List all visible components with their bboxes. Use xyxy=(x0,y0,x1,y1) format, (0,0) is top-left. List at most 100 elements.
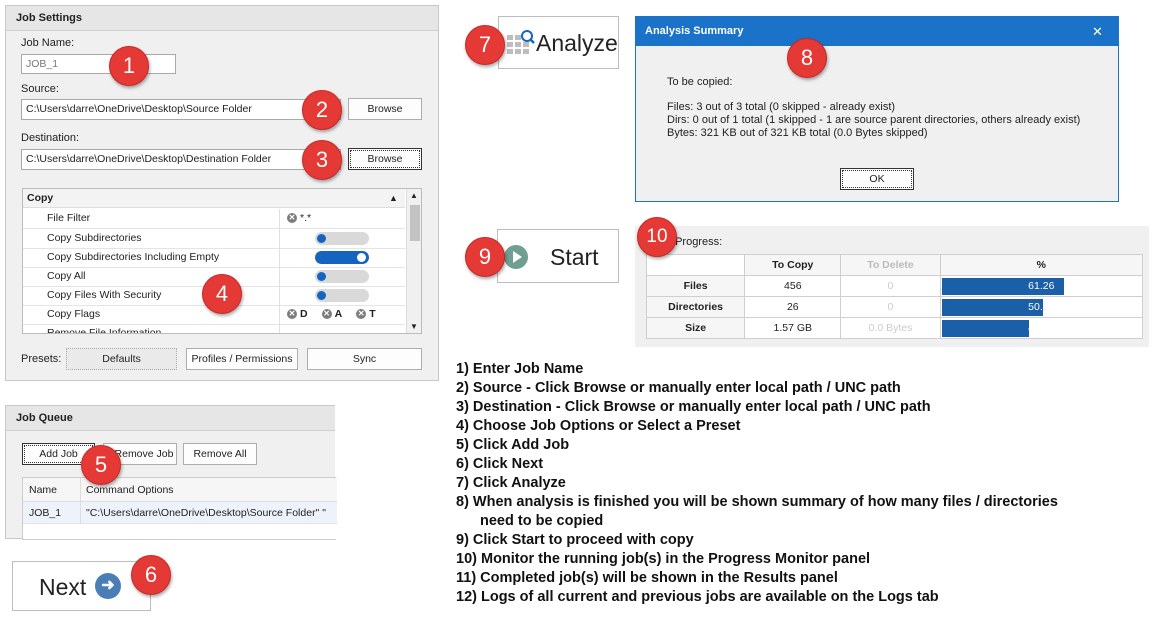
summary-heading: To be copied: xyxy=(667,76,733,88)
source-input[interactable]: C:\Users\darre\OneDrive\Desktop\Source F… xyxy=(21,99,341,120)
directories-progress-bar: 50.94 xyxy=(941,298,1141,316)
analyze-label: Analyze xyxy=(536,30,618,56)
header-to-copy: To Copy xyxy=(744,254,842,276)
row-label-directories: Directories xyxy=(645,296,746,318)
options-scrollbar[interactable]: ▲ ▼ xyxy=(406,189,421,333)
remove-all-button[interactable]: Remove All xyxy=(183,443,257,465)
column-divider xyxy=(80,502,81,524)
badge-3: 3 xyxy=(302,140,342,180)
column-divider xyxy=(279,209,280,228)
step-3: 3) Destination - Click Browse or manuall… xyxy=(456,399,931,415)
preset-defaults-button[interactable]: Defaults xyxy=(66,348,177,370)
option-name: Copy Files With Security xyxy=(47,289,162,301)
files-percent-cell: 61.26 xyxy=(939,275,1144,297)
clear-icon[interactable]: ✕ xyxy=(356,309,367,320)
copy-subdirectories-empty-toggle[interactable] xyxy=(315,251,369,264)
column-divider xyxy=(80,478,81,502)
option-name: Copy All xyxy=(47,270,86,282)
size-to-delete: 0.0 Bytes xyxy=(840,317,941,339)
start-button[interactable]: Start xyxy=(497,229,619,283)
job-row-command: "C:\Users\darre\OneDrive\Desktop\Source … xyxy=(86,507,326,519)
job-settings-panel: Job Settings Job Name: JOB_1 Source: C:\… xyxy=(5,5,439,381)
col-name-header[interactable]: Name xyxy=(29,478,57,502)
destination-input[interactable]: C:\Users\darre\OneDrive\Desktop\Destinat… xyxy=(21,149,341,170)
step-1: 1) Enter Job Name xyxy=(456,361,584,377)
flag-a: A xyxy=(334,308,343,320)
table-row: Files 456 0 61.26 xyxy=(645,275,1144,297)
size-percent: 43.77 xyxy=(1028,321,1055,334)
copy-all-toggle[interactable] xyxy=(315,270,369,283)
table-row: Directories 26 0 50.94 xyxy=(645,296,1144,318)
column-divider xyxy=(279,324,280,333)
table-row[interactable]: JOB_1 "C:\Users\darre\OneDrive\Desktop\S… xyxy=(23,502,337,524)
copy-flags-values[interactable]: ✕ D ✕ A ✕ T xyxy=(287,305,376,324)
file-filter-value[interactable]: ✕ *.* xyxy=(287,209,311,228)
badge-6: 6 xyxy=(131,555,171,595)
option-name: Copy Subdirectories xyxy=(47,232,142,244)
dialog-title: Analysis Summary xyxy=(645,25,744,37)
destination-browse-button[interactable]: Browse xyxy=(348,148,422,170)
analyze-button[interactable]: Analyze xyxy=(498,16,619,69)
copy-subdirectories-toggle[interactable] xyxy=(315,232,369,245)
clear-icon[interactable]: ✕ xyxy=(287,213,297,224)
clear-icon[interactable]: ✕ xyxy=(287,309,297,320)
preset-sync-button[interactable]: Sync xyxy=(307,348,422,370)
job-name-input[interactable]: JOB_1 xyxy=(21,54,176,74)
next-label: Next xyxy=(39,574,87,600)
directories-to-copy: 26 xyxy=(744,296,842,318)
copy-files-security-toggle[interactable] xyxy=(315,289,369,302)
directories-percent: 50.94 xyxy=(1028,300,1055,313)
close-icon[interactable]: ✕ xyxy=(1092,17,1103,46)
job-settings-title: Job Settings xyxy=(6,6,438,31)
toggle-knob xyxy=(357,253,366,262)
badge-9: 9 xyxy=(465,237,505,277)
option-row-file-filter[interactable]: File Filter ✕ *.* xyxy=(23,209,405,229)
analyze-grid-icon xyxy=(507,30,535,54)
files-progress-bar: 61.26 xyxy=(941,277,1141,295)
step-10: 10) Monitor the running job(s) in the Pr… xyxy=(456,551,871,567)
destination-label: Destination: xyxy=(21,132,80,144)
preset-profiles-permissions-button[interactable]: Profiles / Permissions xyxy=(186,348,298,370)
job-row-name: JOB_1 xyxy=(29,507,62,519)
table-row: Size 1.57 GB 0.0 Bytes 43.77 xyxy=(645,317,1144,339)
play-triangle xyxy=(513,251,522,263)
option-name: File Filter xyxy=(47,212,91,224)
ok-button[interactable]: OK xyxy=(840,168,914,190)
analysis-summary-dialog: Analysis Summary ✕ To be copied: Files: … xyxy=(635,16,1119,202)
scroll-thumb[interactable] xyxy=(410,205,420,241)
source-label: Source: xyxy=(21,83,59,95)
job-name-label: Job Name: xyxy=(21,37,75,49)
source-browse-button[interactable]: Browse xyxy=(348,98,422,120)
file-filter-text: *.* xyxy=(300,212,312,224)
step-8-continued: need to be copied xyxy=(480,513,604,529)
collapse-caret-icon[interactable]: ▲ xyxy=(389,189,398,208)
clear-icon[interactable]: ✕ xyxy=(321,309,332,320)
badge-10: 10 xyxy=(637,217,677,257)
files-to-delete: 0 xyxy=(840,275,941,297)
option-row-copy-subdirectories-empty[interactable]: Copy Subdirectories Including Empty xyxy=(23,248,405,268)
next-button[interactable]: Next ➜ xyxy=(12,561,151,611)
option-name: Remove File Information xyxy=(47,327,162,334)
summary-bytes: Bytes: 321 KB out of 321 KB total (0.0 B… xyxy=(667,127,928,139)
step-5: 5) Click Add Job xyxy=(456,437,570,453)
step-11: 11) Completed job(s) will be shown in th… xyxy=(456,570,838,586)
job-queue-panel: Job Queue Add Job Remove Job Remove All … xyxy=(5,405,337,540)
dialog-titlebar: Analysis Summary ✕ xyxy=(636,17,1118,46)
row-label-files: Files xyxy=(645,275,746,297)
toggle-knob xyxy=(317,272,326,281)
step-8: 8) When analysis is finished you will be… xyxy=(456,494,1058,510)
option-row-copy-subdirectories[interactable]: Copy Subdirectories xyxy=(23,229,405,249)
scroll-up-icon[interactable]: ▲ xyxy=(410,191,418,200)
start-label: Start xyxy=(550,244,599,270)
instruction-steps: 1) Enter Job Name 2) Source - Click Brow… xyxy=(456,360,1156,607)
options-category-header[interactable]: Copy ▲ xyxy=(23,189,405,208)
option-row-remove-file-information[interactable]: Remove File Information xyxy=(23,324,405,334)
step-2: 2) Source - Click Browse or manually ent… xyxy=(456,380,901,396)
option-name: Copy Subdirectories Including Empty xyxy=(47,251,220,263)
badge-2: 2 xyxy=(302,90,342,130)
scroll-down-icon[interactable]: ▼ xyxy=(410,322,418,331)
column-divider xyxy=(279,286,280,305)
step-4: 4) Choose Job Options or Select a Preset xyxy=(456,418,741,434)
toggle-knob xyxy=(317,234,326,243)
flag-t: T xyxy=(369,308,376,320)
